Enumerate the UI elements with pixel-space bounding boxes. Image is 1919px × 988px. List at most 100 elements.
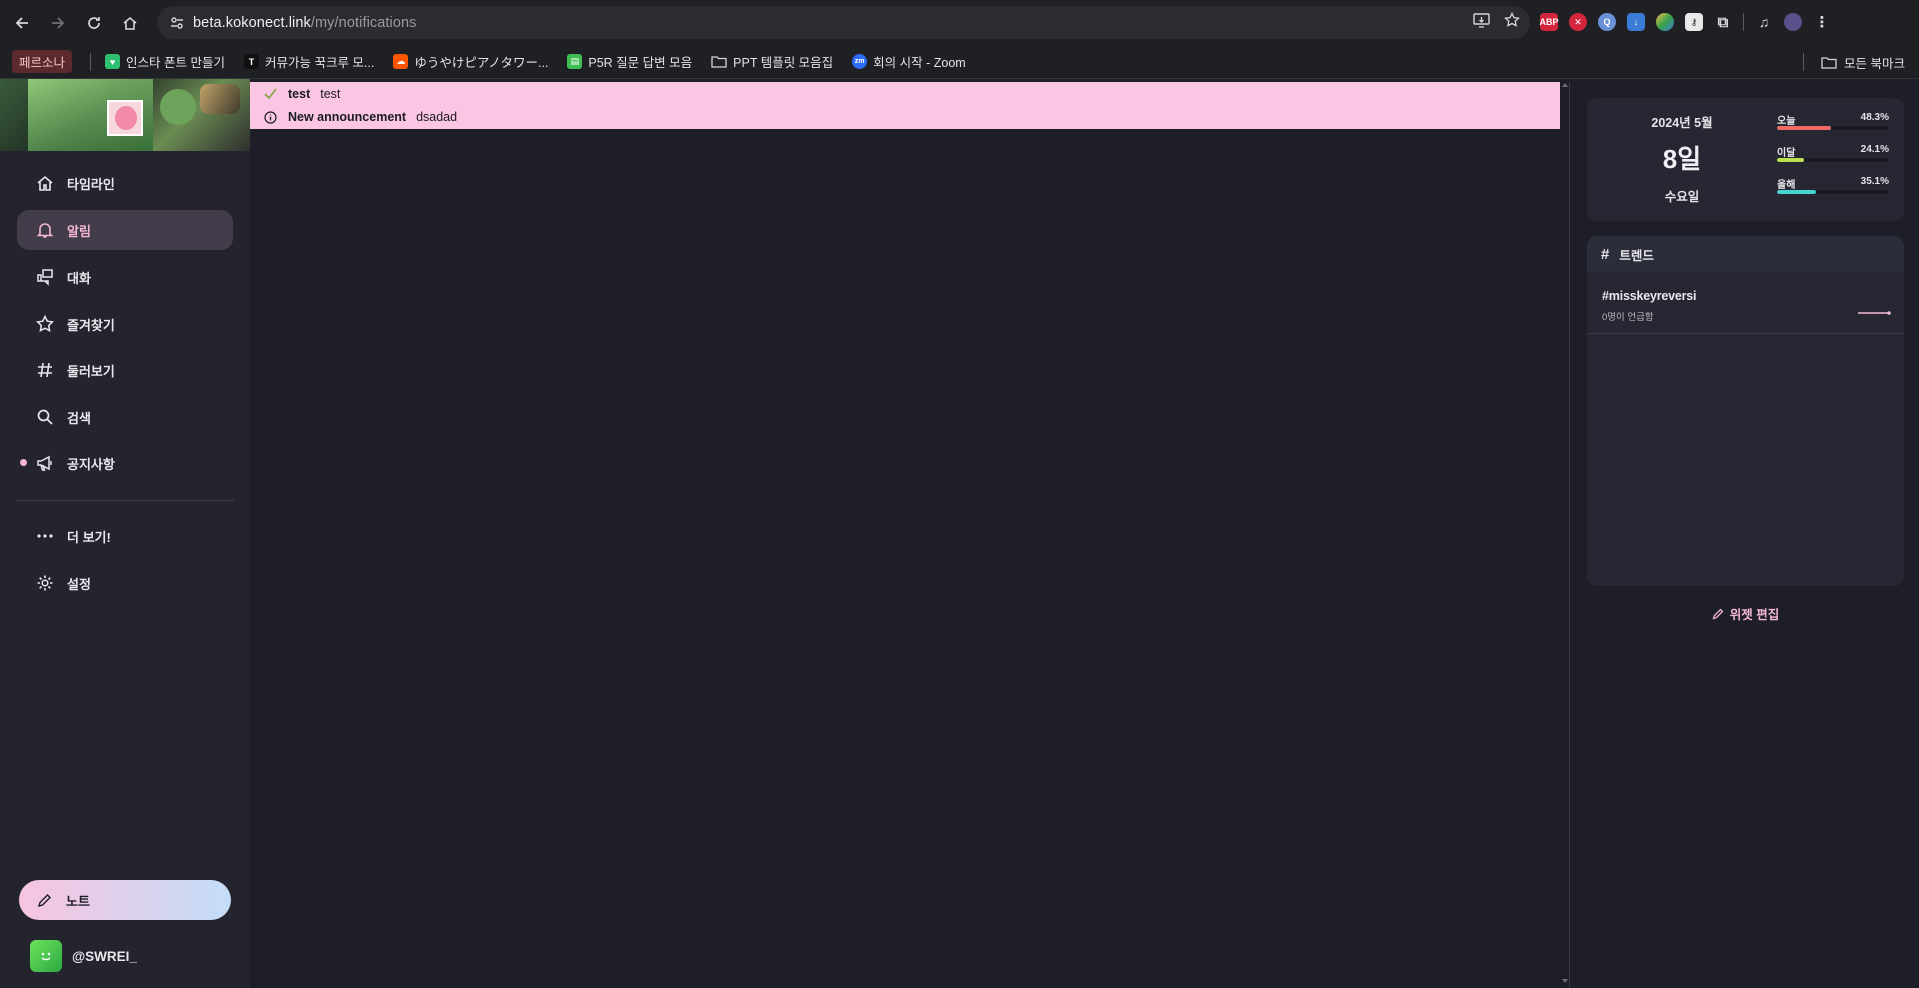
forward-button[interactable]: [40, 5, 76, 41]
search-ext-icon[interactable]: Q: [1598, 13, 1616, 31]
profile-avatar-icon[interactable]: [1784, 13, 1802, 31]
bookmark-community[interactable]: T 커뮤가능 꾹크루 모...: [243, 52, 375, 71]
notification-item[interactable]: New announcement dsadad: [250, 106, 1560, 130]
pencil-icon: [1712, 608, 1724, 619]
bookmark-insta-font[interactable]: ♥ 인스타 폰트 만들기: [105, 52, 225, 71]
note-button[interactable]: 노트: [19, 880, 231, 920]
bookmark-star-icon[interactable]: [1503, 11, 1521, 33]
bookmark-ppt[interactable]: PPT 템플릿 모음집: [711, 52, 833, 71]
gear-icon: [35, 574, 55, 592]
folder-icon: [711, 56, 727, 68]
banner-art: [160, 89, 196, 125]
close-ext-icon[interactable]: ✕: [1569, 13, 1587, 31]
trend-sparkline: [1858, 311, 1891, 315]
bookmark-label: 인스타 폰트 만들기: [126, 56, 225, 70]
arrow-right-icon: [52, 16, 65, 29]
progress-value: 35.1%: [1860, 176, 1889, 187]
progress-bar: [1777, 126, 1889, 130]
bookmark-label: 회의 시작 - Zoom: [873, 56, 966, 70]
home-button[interactable]: [112, 5, 148, 41]
sidebar-item-favorites[interactable]: 즐겨찾기: [17, 304, 233, 344]
sidebar-item-label: 타임라인: [67, 176, 115, 192]
scroll-down-arrow-icon[interactable]: [1562, 979, 1568, 983]
profile-banner: [0, 79, 250, 151]
sidebar-item-label: 둘러보기: [67, 363, 115, 379]
trend-item[interactable]: #misskeyreversi 0명이 언급함: [1587, 272, 1904, 334]
progress-value: 24.1%: [1860, 144, 1889, 155]
banner-art: [200, 84, 240, 114]
sidebar-item-announcements[interactable]: 공지사항: [17, 443, 233, 483]
bookmarks-bar: 페르소나 ♥ 인스타 폰트 만들기 T 커뮤가능 꾹크루 모... ☁ ゆうやけ…: [0, 45, 1919, 79]
calendar-year-month: 2024년 5월: [1651, 116, 1713, 130]
search-icon: [35, 408, 55, 426]
calendar-widget: 2024년 5월 8일 수요일 오늘 48.3% 이달 24.1% 올해 35.…: [1587, 98, 1904, 221]
trend-mentions: 0명이 언급함: [1602, 312, 1654, 323]
avatar: [30, 940, 62, 972]
toolbar-divider: [1743, 13, 1744, 31]
address-bar[interactable]: beta.kokonect.link/my/notifications: [157, 6, 1530, 39]
bookmark-label: ゆうやけピアノタワー...: [414, 56, 549, 70]
progress-label: 이달: [1777, 148, 1796, 159]
progress-fill: [1777, 126, 1832, 130]
bookmark-p5r[interactable]: ▤ P5R 질문 답변 모음: [567, 52, 692, 71]
sidebar-item-explore[interactable]: 둘러보기: [17, 350, 233, 390]
menu-dots-icon[interactable]: ⋮: [1813, 13, 1831, 31]
heart-icon: ♥: [105, 54, 121, 69]
adblock-icon[interactable]: ABP: [1540, 13, 1559, 31]
progress-label: 올해: [1777, 180, 1796, 191]
sidebar-item-label: 대화: [67, 270, 91, 286]
all-bookmarks-label: 모든 북마크: [1844, 56, 1905, 71]
edit-widgets-button[interactable]: 위젯 편집: [1587, 604, 1904, 623]
progress-today: 오늘 48.3%: [1777, 112, 1889, 144]
note-button-label: 노트: [66, 893, 90, 909]
bookmark-persona[interactable]: 페르소나: [12, 50, 73, 73]
account-menu[interactable]: @SWREI_: [30, 940, 137, 972]
notification-title: test: [288, 86, 311, 101]
sidebar-divider: [16, 500, 234, 501]
bookmark-piano[interactable]: ☁ ゆうやけピアノタワー...: [393, 52, 548, 71]
progress-year: 올해 35.1%: [1777, 176, 1889, 208]
check-icon: [262, 88, 278, 100]
scrollbar[interactable]: [1560, 82, 1570, 988]
sidebar: 타임라인 알림 대화 즐겨찾기 둘러보기 검색 공지사항 더 보기! 설정 노트…: [0, 79, 250, 988]
bookmark-label: PPT 템플릿 모음집: [733, 56, 834, 70]
hash-icon: [35, 361, 55, 379]
password-ext-icon[interactable]: ⚷: [1685, 13, 1703, 31]
progress-value: 48.3%: [1860, 112, 1889, 123]
extensions-row: ABP ✕ Q ↓ ⚷ ⧉ ♫ ⋮: [1540, 9, 1831, 35]
color-ext-icon[interactable]: [1656, 13, 1674, 31]
calendar-progress: 오늘 48.3% 이달 24.1% 올해 35.1%: [1777, 112, 1889, 208]
notifications-column: test test New announcement dsadad: [250, 79, 1570, 988]
all-bookmarks[interactable]: 모든 북마크: [1803, 45, 1905, 79]
media-icon[interactable]: ♫: [1755, 13, 1773, 31]
scroll-up-arrow-icon[interactable]: [1562, 83, 1568, 87]
download-ext-icon[interactable]: ↓: [1627, 13, 1645, 31]
dots-icon: [35, 527, 55, 545]
sidebar-item-chat[interactable]: 대화: [17, 257, 233, 297]
sidebar-item-label: 공지사항: [67, 456, 115, 472]
sidebar-item-notifications[interactable]: 알림: [17, 210, 233, 250]
bookmark-label: 커뮤가능 꾹크루 모...: [264, 56, 375, 70]
notification-title: New announcement: [288, 110, 407, 125]
banner-avatar[interactable]: [107, 100, 143, 136]
home-icon: [123, 16, 137, 30]
sidebar-item-more[interactable]: 더 보기!: [17, 516, 233, 556]
account-name: @SWREI_: [72, 948, 137, 964]
bookmark-zoom[interactable]: zm 회의 시작 - Zoom: [852, 52, 966, 71]
progress-bar: [1777, 158, 1889, 162]
bookmark-divider: [1803, 53, 1805, 71]
install-app-icon[interactable]: [1473, 12, 1490, 33]
notification-item[interactable]: test test: [250, 82, 1560, 106]
progress-label: 오늘: [1777, 116, 1796, 127]
sidebar-item-settings[interactable]: 설정: [17, 563, 233, 603]
reload-icon: [88, 16, 100, 29]
site-settings-icon[interactable]: [161, 15, 193, 31]
app: 타임라인 알림 대화 즐겨찾기 둘러보기 검색 공지사항 더 보기! 설정 노트…: [0, 79, 1919, 988]
puzzle-icon[interactable]: ⧉: [1714, 13, 1732, 31]
reload-button[interactable]: [76, 5, 112, 41]
trends-title: 트렌드: [1619, 248, 1654, 263]
sidebar-item-search[interactable]: 검색: [17, 397, 233, 437]
sidebar-item-timeline[interactable]: 타임라인: [17, 163, 233, 203]
progress-fill: [1777, 190, 1817, 194]
back-button[interactable]: [4, 5, 40, 41]
